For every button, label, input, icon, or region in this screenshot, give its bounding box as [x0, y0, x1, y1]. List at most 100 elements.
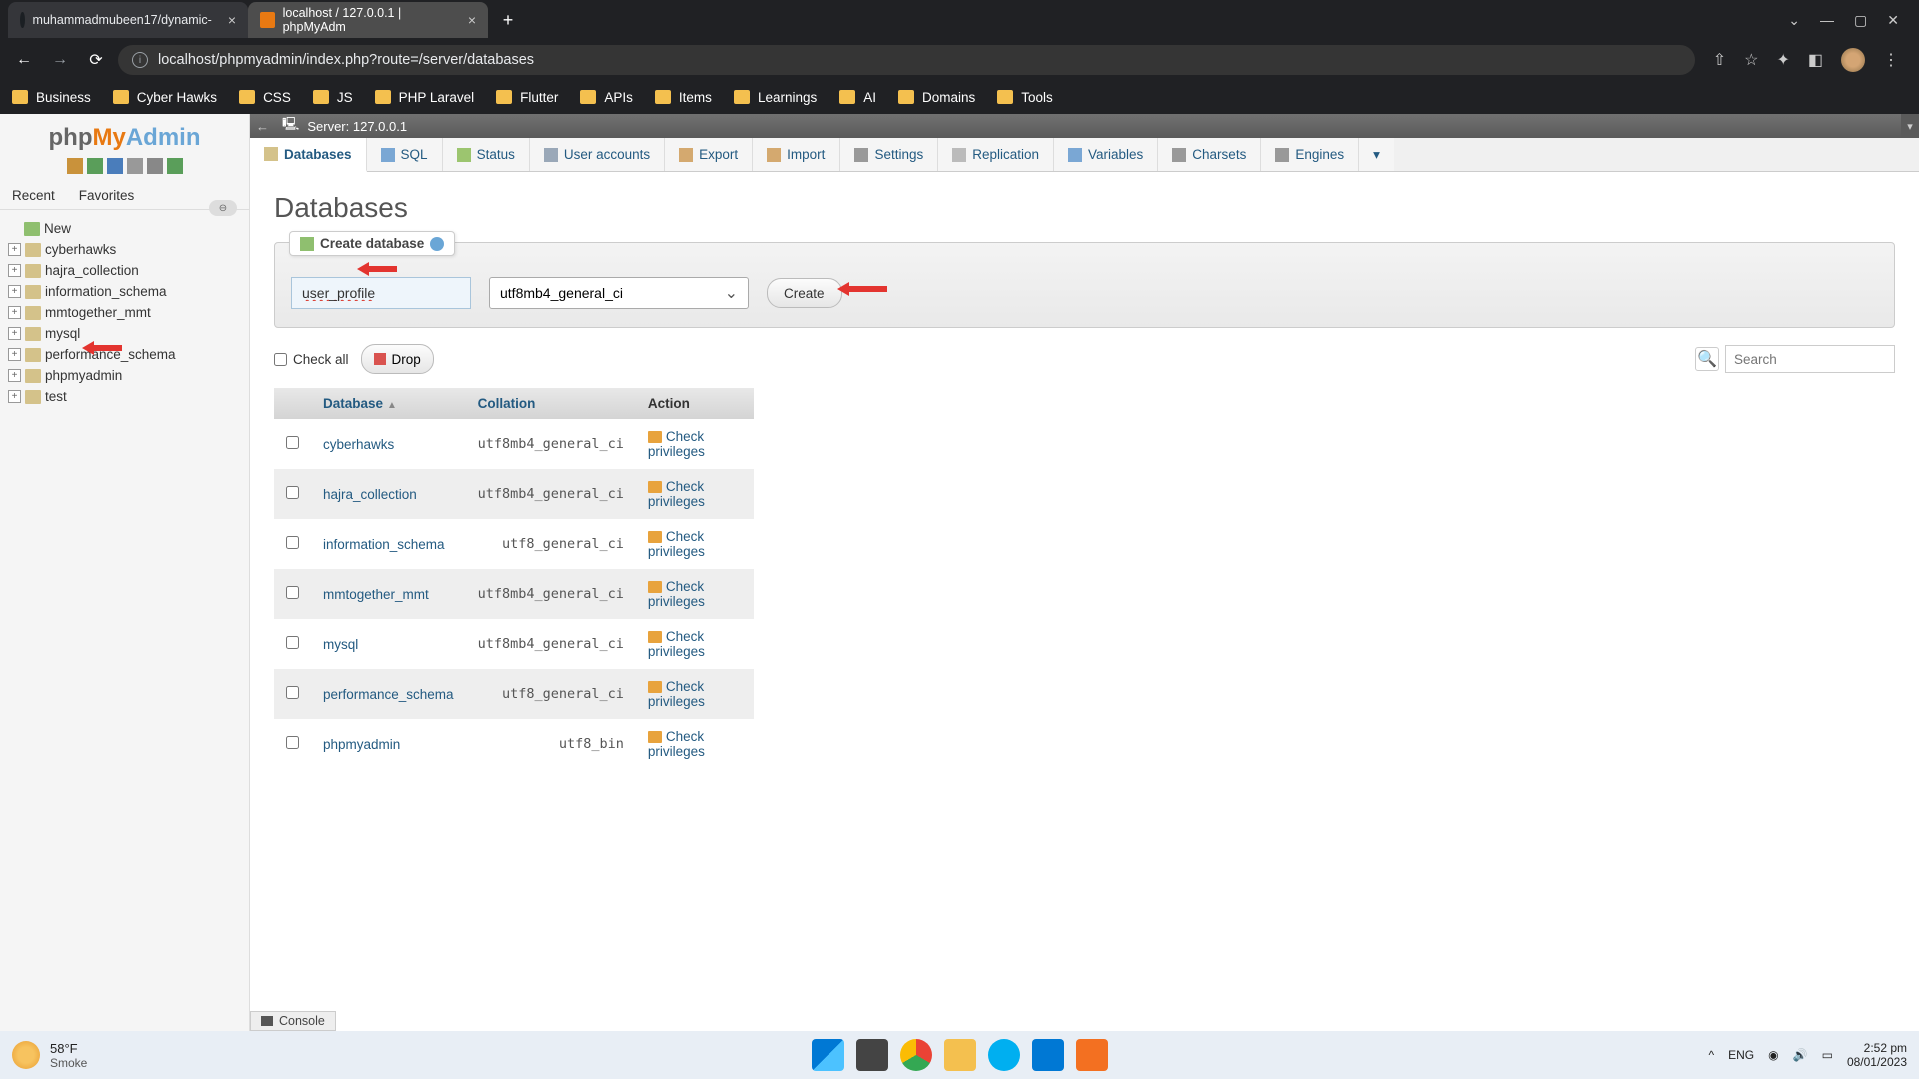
- tab-user-accounts[interactable]: User accounts: [530, 138, 665, 171]
- expand-icon[interactable]: +: [8, 243, 21, 256]
- database-link[interactable]: mysql: [323, 637, 358, 652]
- share-icon[interactable]: ⇧: [1713, 50, 1726, 70]
- wifi-icon[interactable]: ◉: [1768, 1048, 1778, 1062]
- tab-databases[interactable]: Databases: [250, 138, 367, 172]
- tab-replication[interactable]: Replication: [938, 138, 1054, 171]
- tab-sql[interactable]: SQL: [367, 138, 443, 171]
- minimize-icon[interactable]: —: [1820, 12, 1834, 29]
- help-icon[interactable]: [430, 237, 444, 251]
- menu-icon[interactable]: ⋮: [1883, 50, 1899, 70]
- database-link[interactable]: hajra_collection: [323, 487, 417, 502]
- nav-tab-favorites[interactable]: Favorites: [67, 182, 147, 209]
- xampp-icon[interactable]: [1076, 1039, 1108, 1071]
- bookmark-php-laravel[interactable]: PHP Laravel: [375, 90, 475, 105]
- console-toggle[interactable]: Console: [250, 1011, 336, 1031]
- database-link[interactable]: performance_schema: [323, 687, 454, 702]
- weather-icon[interactable]: [12, 1041, 40, 1069]
- drop-button[interactable]: Drop: [361, 344, 434, 374]
- expand-icon[interactable]: +: [8, 264, 21, 277]
- bookmark-ai[interactable]: AI: [839, 90, 876, 105]
- tree-item[interactable]: +information_schema: [6, 281, 243, 302]
- tab-engines[interactable]: Engines: [1261, 138, 1359, 171]
- tree-item[interactable]: +hajra_collection: [6, 260, 243, 281]
- close-icon[interactable]: ×: [228, 12, 236, 28]
- chrome-icon[interactable]: [900, 1039, 932, 1071]
- tab-import[interactable]: Import: [753, 138, 840, 171]
- row-checkbox[interactable]: [286, 736, 299, 749]
- start-button[interactable]: [812, 1039, 844, 1071]
- col-database[interactable]: Database▲: [311, 388, 466, 419]
- row-checkbox[interactable]: [286, 486, 299, 499]
- bookmark-css[interactable]: CSS: [239, 90, 291, 105]
- close-window-icon[interactable]: ✕: [1887, 12, 1899, 29]
- expand-icon[interactable]: +: [8, 285, 21, 298]
- bookmark-apis[interactable]: APIs: [580, 90, 633, 105]
- search-icon[interactable]: 🔍: [1695, 347, 1719, 371]
- volume-icon[interactable]: 🔊: [1793, 1048, 1808, 1062]
- file-explorer-icon[interactable]: [944, 1039, 976, 1071]
- nav-collapse-handle[interactable]: ⊖: [209, 200, 237, 216]
- bookmark-tools[interactable]: Tools: [997, 90, 1053, 105]
- tree-item[interactable]: +mysql: [6, 323, 243, 344]
- side-panel-icon[interactable]: ◧: [1808, 50, 1823, 70]
- bookmark-js[interactable]: JS: [313, 90, 353, 105]
- site-info-icon[interactable]: i: [132, 52, 148, 68]
- nav-tab-recent[interactable]: Recent: [0, 182, 67, 209]
- collation-select[interactable]: utf8mb4_general_ci: [489, 277, 749, 309]
- tree-item[interactable]: +phpmyadmin: [6, 365, 243, 386]
- vscode-icon[interactable]: [1032, 1039, 1064, 1071]
- browser-tab-phpmyadmin[interactable]: localhost / 127.0.0.1 | phpMyAdm ×: [248, 2, 488, 38]
- extensions-icon[interactable]: ✦: [1776, 50, 1789, 70]
- tree-item[interactable]: +test: [6, 386, 243, 407]
- tree-new[interactable]: New: [6, 218, 243, 239]
- database-link[interactable]: phpmyadmin: [323, 737, 400, 752]
- reload-nav-icon[interactable]: [167, 158, 183, 174]
- create-button[interactable]: Create: [767, 278, 842, 308]
- profile-avatar[interactable]: [1841, 48, 1865, 72]
- tree-item[interactable]: +mmtogether_mmt: [6, 302, 243, 323]
- phpmyadmin-logo[interactable]: phpMyAdmin: [0, 114, 249, 156]
- skype-icon[interactable]: [988, 1039, 1020, 1071]
- language-indicator[interactable]: ENG: [1728, 1048, 1754, 1062]
- battery-icon[interactable]: ▭: [1822, 1048, 1833, 1062]
- maximize-icon[interactable]: ▢: [1854, 12, 1867, 29]
- weather-widget[interactable]: 58°F Smoke: [50, 1041, 87, 1070]
- logout-icon[interactable]: [87, 158, 103, 174]
- bookmark-star-icon[interactable]: ☆: [1744, 50, 1758, 70]
- expand-icon[interactable]: +: [8, 390, 21, 403]
- expand-icon[interactable]: +: [8, 327, 21, 340]
- expand-icon[interactable]: +: [8, 306, 21, 319]
- check-all-checkbox[interactable]: [274, 353, 287, 366]
- server-label[interactable]: Server: 127.0.0.1: [307, 119, 407, 134]
- close-icon[interactable]: ×: [468, 12, 476, 28]
- nav-back-icon[interactable]: ←: [256, 119, 274, 134]
- tab-export[interactable]: Export: [665, 138, 753, 171]
- col-collation[interactable]: Collation: [466, 388, 636, 419]
- tree-item[interactable]: +performance_schema: [6, 344, 243, 365]
- clock[interactable]: 2:52 pm 08/01/2023: [1847, 1041, 1907, 1069]
- back-button[interactable]: ←: [10, 46, 38, 74]
- tab-settings[interactable]: Settings: [840, 138, 938, 171]
- bookmark-domains[interactable]: Domains: [898, 90, 975, 105]
- database-link[interactable]: cyberhawks: [323, 437, 394, 452]
- new-tab-button[interactable]: +: [494, 6, 522, 34]
- bookmark-items[interactable]: Items: [655, 90, 712, 105]
- browser-tab-github[interactable]: muhammadmubeen17/dynamic- ×: [8, 2, 248, 38]
- row-checkbox[interactable]: [286, 436, 299, 449]
- database-name-input[interactable]: [291, 277, 471, 309]
- bookmark-learnings[interactable]: Learnings: [734, 90, 817, 105]
- expand-icon[interactable]: +: [8, 348, 21, 361]
- collapse-topbar-icon[interactable]: ▾: [1901, 114, 1919, 138]
- docs-icon[interactable]: [107, 158, 123, 174]
- home-icon[interactable]: [67, 158, 83, 174]
- url-field[interactable]: i localhost/phpmyadmin/index.php?route=/…: [118, 45, 1695, 75]
- tab-more[interactable]: ▾: [1359, 138, 1394, 171]
- expand-icon[interactable]: +: [8, 369, 21, 382]
- reload-button[interactable]: ⟳: [82, 46, 110, 74]
- settings-icon[interactable]: [127, 158, 143, 174]
- check-all[interactable]: Check all: [274, 352, 349, 367]
- tab-variables[interactable]: Variables: [1054, 138, 1158, 171]
- chevron-down-icon[interactable]: ⌄: [1788, 12, 1800, 29]
- gear-icon[interactable]: [147, 158, 163, 174]
- database-link[interactable]: mmtogether_mmt: [323, 587, 429, 602]
